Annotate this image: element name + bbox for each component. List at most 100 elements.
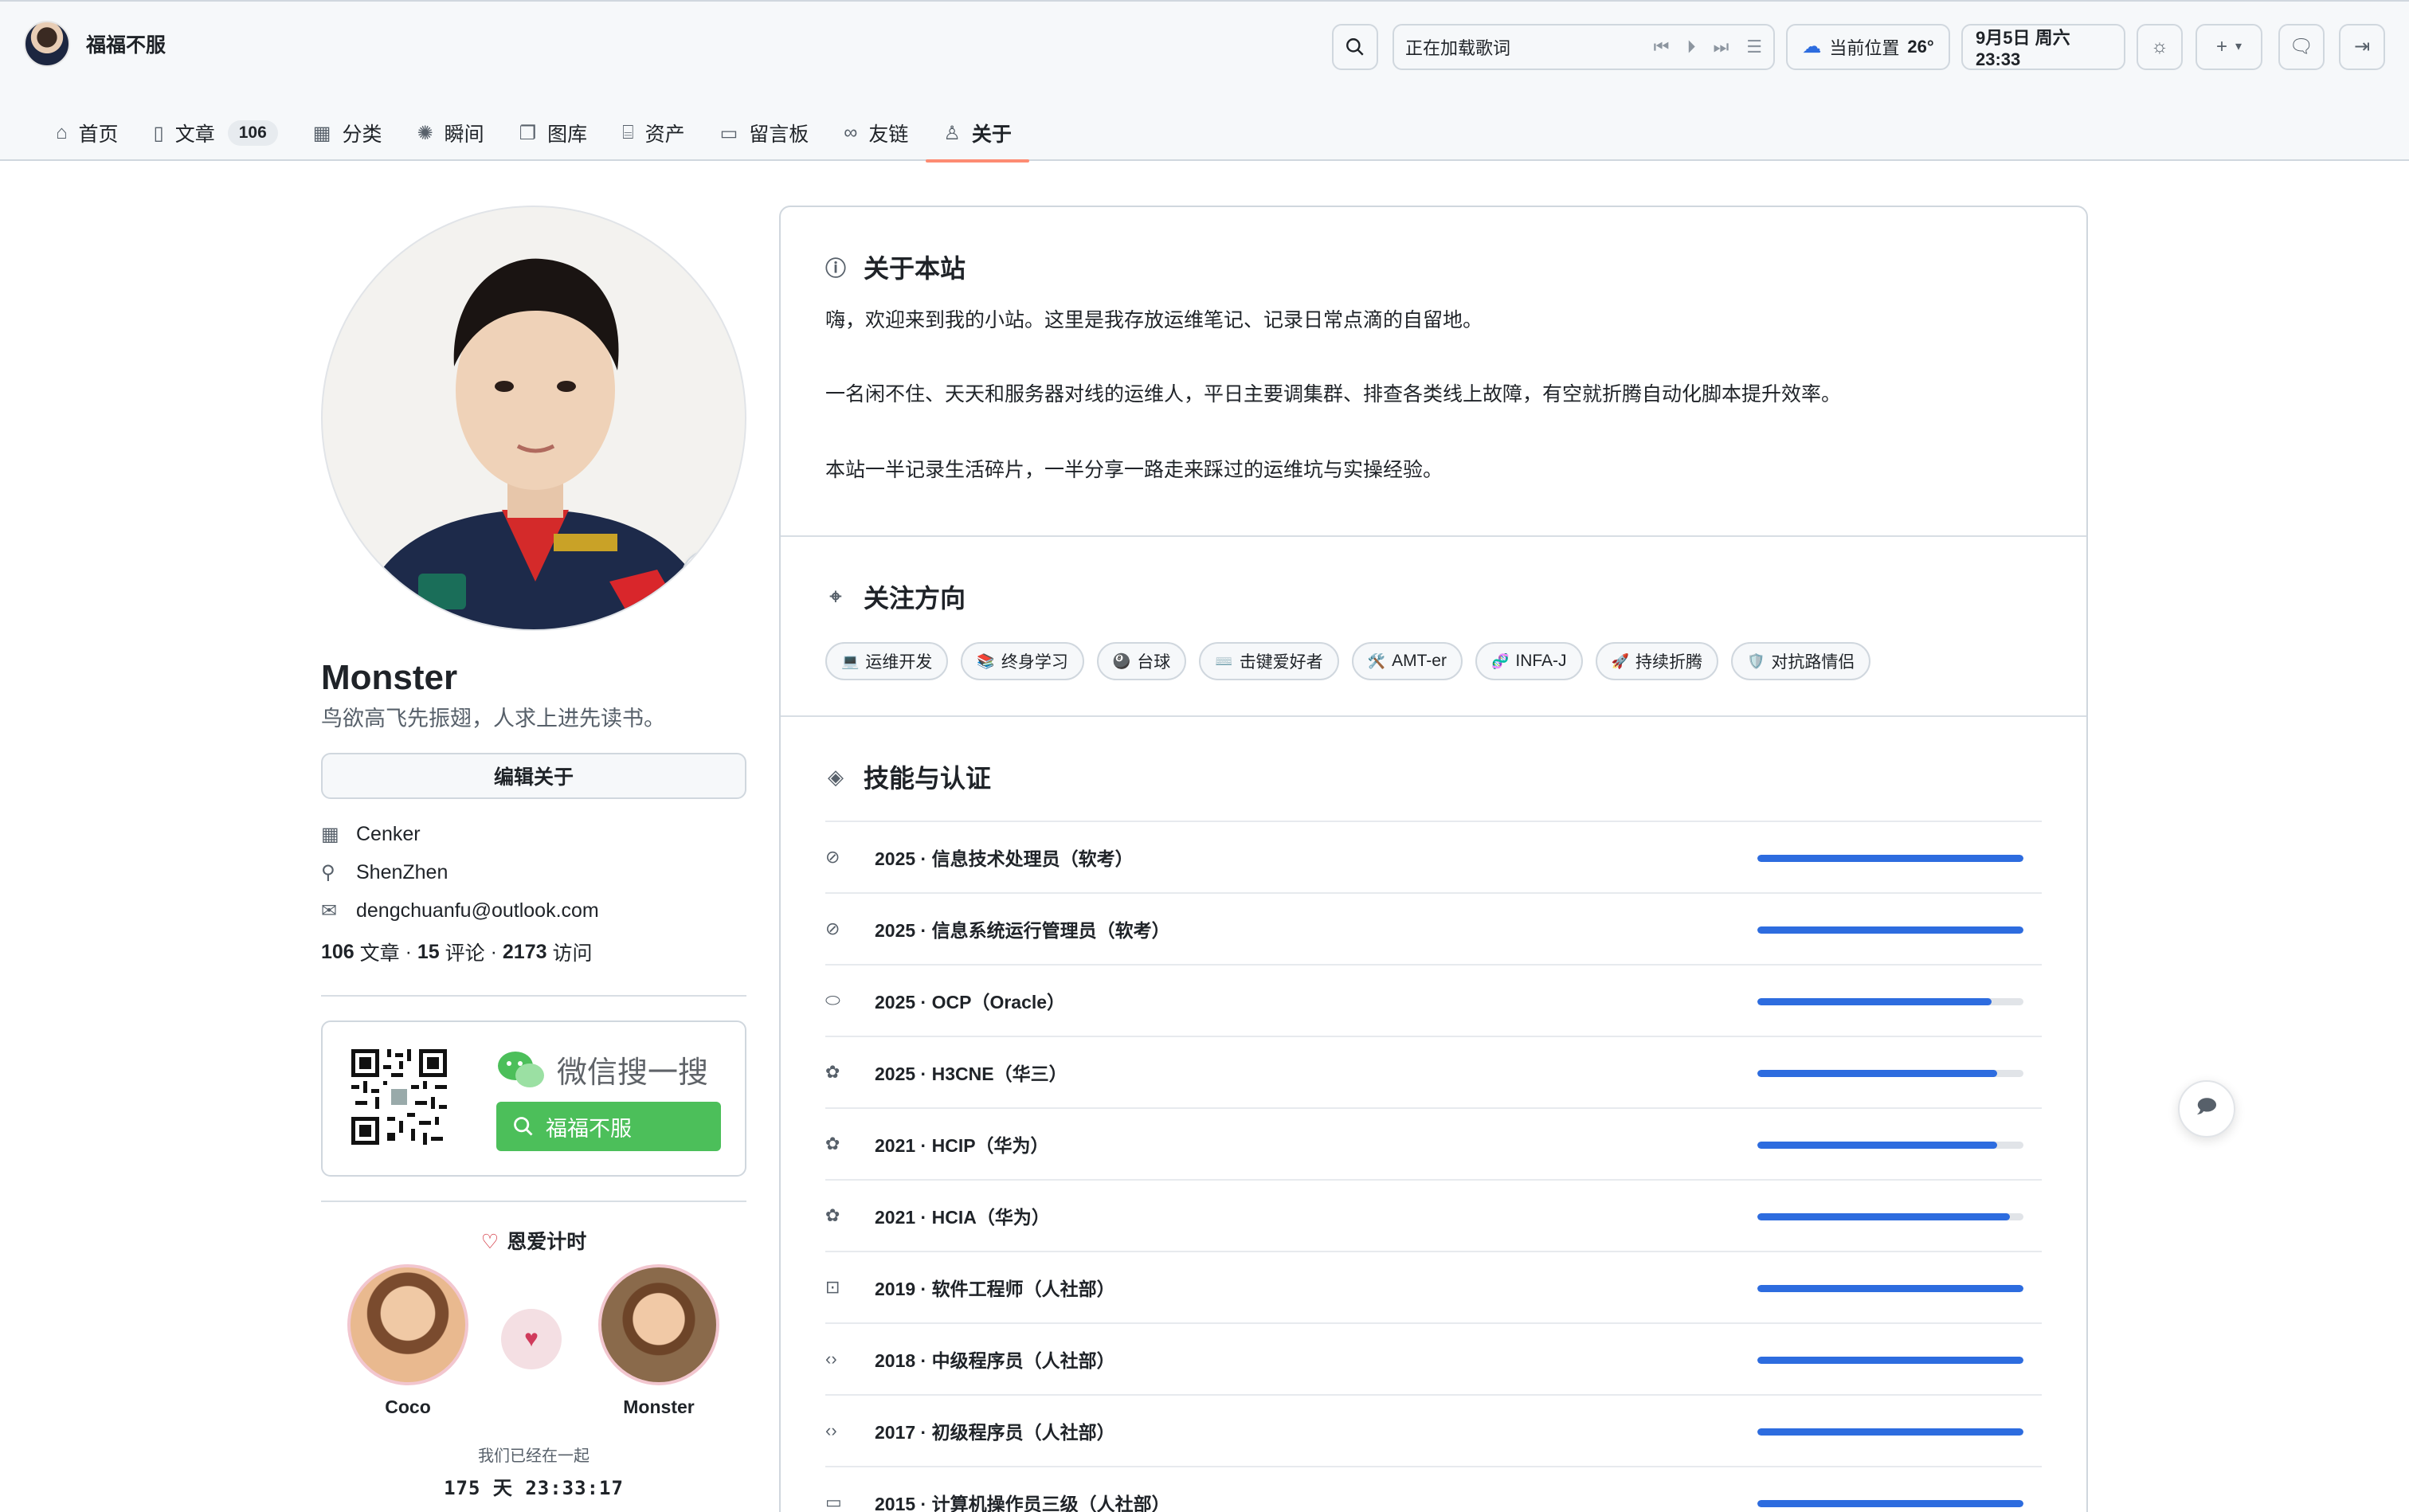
link-icon: ∞ bbox=[844, 122, 858, 143]
skill-row: ▭ 2015 · 计算机操作员三级（人社部） bbox=[825, 1466, 2042, 1512]
tag-emoji-icon: 📚 bbox=[977, 652, 995, 669]
tag-emoji-icon: 🚀 bbox=[1611, 652, 1629, 669]
company-line: ▦ Cenker bbox=[321, 815, 746, 853]
nav-item-8[interactable]: ♙ 关于 bbox=[926, 105, 1029, 163]
nav-label: 关于 bbox=[971, 123, 1012, 146]
skill-progress-bar bbox=[1757, 1357, 2023, 1364]
nav-count-badge: 106 bbox=[227, 120, 278, 146]
email-line[interactable]: ✉ dengchuanfu@outlook.com bbox=[321, 891, 746, 930]
search-button[interactable] bbox=[1332, 24, 1378, 70]
visit-label: 访问 bbox=[552, 942, 593, 965]
skills-list: ⊘ 2025 · 信息技术处理员（软考） ⊘ 2025 · 信息系统运行管理员（软考）… bbox=[825, 821, 2042, 1512]
nav-item-2[interactable]: ▦ 分类 bbox=[296, 105, 400, 161]
playlist-icon[interactable]: ☰ bbox=[1746, 37, 1762, 57]
focus-tag[interactable]: 🛡️ 对抗路情侣 bbox=[1730, 642, 1871, 680]
wechat-logo-icon bbox=[498, 1051, 544, 1087]
datetime-text: 9月5日 周六 23:33 bbox=[1976, 28, 2070, 69]
skill-label: 2019 · 软件工程师（人社部） bbox=[875, 1279, 1115, 1299]
skill-label: 2025 · 信息系统运行管理员（软考） bbox=[875, 920, 1170, 941]
next-track-icon[interactable]: ⏭ bbox=[1713, 37, 1729, 57]
skill-progress-bar bbox=[1757, 1213, 2023, 1220]
nav-label: 友链 bbox=[868, 123, 909, 146]
profile-name: Monster bbox=[321, 658, 458, 697]
skill-progress-bar bbox=[1757, 855, 2023, 862]
grid-icon: ▦ bbox=[312, 122, 331, 144]
terminal-icon: ⊡ bbox=[825, 1277, 840, 1297]
focus-tag[interactable]: 📚 终身学习 bbox=[961, 642, 1084, 680]
together-label: 我们已经在一起 bbox=[478, 1447, 590, 1465]
nav-label: 留言板 bbox=[749, 123, 809, 146]
nav-item-4[interactable]: ❐ 图库 bbox=[502, 105, 605, 161]
comments-button[interactable]: 🗨 bbox=[2278, 24, 2325, 70]
status-emoji-button[interactable]: 😊 bbox=[681, 550, 737, 605]
date-display: 9月5日 周六 23:33 bbox=[1961, 24, 2125, 70]
nav-item-7[interactable]: ∞ 友链 bbox=[826, 105, 926, 161]
nav-label: 文章 bbox=[174, 123, 215, 146]
lyric-text: 正在加载歌词 bbox=[1405, 38, 1511, 58]
about-paragraph-1: 嗨，欢迎来到我的小站。这里是我存放运维笔记、记录日常点滴的自留地。 bbox=[825, 309, 1483, 331]
feedback-button[interactable]: 🗩 bbox=[2178, 1080, 2235, 1138]
tag-emoji-icon: ⌨️ bbox=[1215, 652, 1233, 669]
mail-icon: ✉ bbox=[321, 899, 338, 922]
search-icon bbox=[1346, 38, 1364, 56]
top-header: 福福不服 正在加载歌词 ⏮ ⏵ ⏭ ☰ ☁ 当前位置 26° 9月5日 周六 2… bbox=[0, 0, 2409, 163]
nav-item-5[interactable]: ⌸ 资产 bbox=[605, 105, 702, 161]
skill-progress-bar bbox=[1757, 1285, 2023, 1292]
images-icon: ❐ bbox=[519, 122, 537, 144]
code-icon: ‹› bbox=[825, 1349, 837, 1369]
nav-item-3[interactable]: ✺ 瞬间 bbox=[400, 105, 502, 161]
building-icon: ▦ bbox=[321, 823, 339, 845]
skill-label: 2017 · 初级程序员（人社部） bbox=[875, 1422, 1115, 1443]
skill-progress-bar bbox=[1757, 926, 2023, 934]
huawei-icon: ✿ bbox=[825, 1134, 840, 1154]
layers-icon: ◈ bbox=[828, 764, 844, 789]
nav-item-0[interactable]: ⌂ 首页 bbox=[38, 105, 136, 161]
focus-tag[interactable]: 🧬 INFA-J bbox=[1475, 642, 1583, 680]
theme-toggle-button[interactable]: ☼ bbox=[2137, 24, 2183, 70]
music-player[interactable]: 正在加载歌词 ⏮ ⏵ ⏭ ☰ bbox=[1393, 24, 1775, 70]
cloud-icon: ☁ bbox=[1802, 36, 1822, 57]
smile-icon: 😊 bbox=[696, 564, 722, 591]
focus-tag[interactable]: 🚀 持续折腾 bbox=[1595, 642, 1718, 680]
weather-location: 当前位置 bbox=[1829, 38, 1900, 58]
site-avatar bbox=[24, 21, 70, 67]
article-count: 106 bbox=[321, 940, 354, 963]
tag-label: 击键爱好者 bbox=[1239, 653, 1323, 672]
skill-label: 2018 · 中级程序员（人社部） bbox=[875, 1350, 1115, 1371]
focus-title: ⌖ 关注方向 bbox=[825, 537, 2042, 615]
aperture-icon: ✺ bbox=[417, 122, 433, 144]
monitor-icon: ▭ bbox=[825, 1492, 842, 1512]
focus-tag[interactable]: ⌨️ 击键爱好者 bbox=[1199, 642, 1339, 680]
skill-progress-fill bbox=[1757, 1142, 1997, 1149]
sign-in-icon: ⇥ bbox=[2353, 36, 2371, 57]
code-icon: ‹› bbox=[825, 1420, 837, 1440]
nav-item-1[interactable]: ▯ 文章 106 bbox=[136, 105, 296, 161]
skills-title-text: 技能与认证 bbox=[864, 764, 992, 793]
avatar-monster bbox=[598, 1264, 719, 1385]
wechat-card[interactable]: 微信搜一搜 福福不服 bbox=[321, 1020, 746, 1177]
wechat-search-button[interactable]: 福福不服 bbox=[496, 1102, 721, 1151]
focus-tag[interactable]: 🎱 台球 bbox=[1096, 642, 1187, 680]
about-title: ⓘ 关于本站 bbox=[825, 207, 2042, 285]
focus-section: ⌖ 关注方向 💻 运维开发 📚 终身学习 🎱 台球 ⌨️ 击键爱好者 🛠️ AMT-er 🧬 INFA-… bbox=[781, 537, 2086, 717]
home-icon: ⌂ bbox=[56, 122, 68, 143]
book-icon: ▯ bbox=[153, 122, 164, 144]
tag-label: 对抗路情侣 bbox=[1771, 653, 1855, 672]
login-button[interactable]: ⇥ bbox=[2339, 24, 2385, 70]
focus-tag[interactable]: 💻 运维开发 bbox=[825, 642, 949, 680]
love-timer-title: ♡ 恩爱计时 bbox=[321, 1226, 746, 1255]
weather-widget[interactable]: ☁ 当前位置 26° bbox=[1786, 24, 1950, 70]
prev-track-icon[interactable]: ⏮ bbox=[1654, 37, 1670, 57]
site-name: 福福不服 bbox=[86, 34, 166, 57]
play-icon[interactable]: ⏵ bbox=[1686, 37, 1695, 57]
email-text[interactable]: dengchuanfu@outlook.com bbox=[356, 899, 599, 922]
focus-tag[interactable]: 🛠️ AMT-er bbox=[1351, 642, 1463, 680]
caret-down-icon: ▾ bbox=[2235, 40, 2243, 53]
edit-about-button[interactable]: 编辑关于 bbox=[321, 753, 746, 799]
site-brand[interactable]: 福福不服 bbox=[24, 21, 166, 67]
love-timer: 175 天 23:33:17 bbox=[444, 1477, 624, 1499]
skills-title: ◈ 技能与认证 bbox=[825, 717, 2042, 795]
tag-label: INFA-J bbox=[1515, 652, 1567, 670]
nav-item-6[interactable]: ▭ 留言板 bbox=[703, 105, 827, 161]
create-menu-button[interactable]: + ▾ bbox=[2196, 24, 2262, 70]
